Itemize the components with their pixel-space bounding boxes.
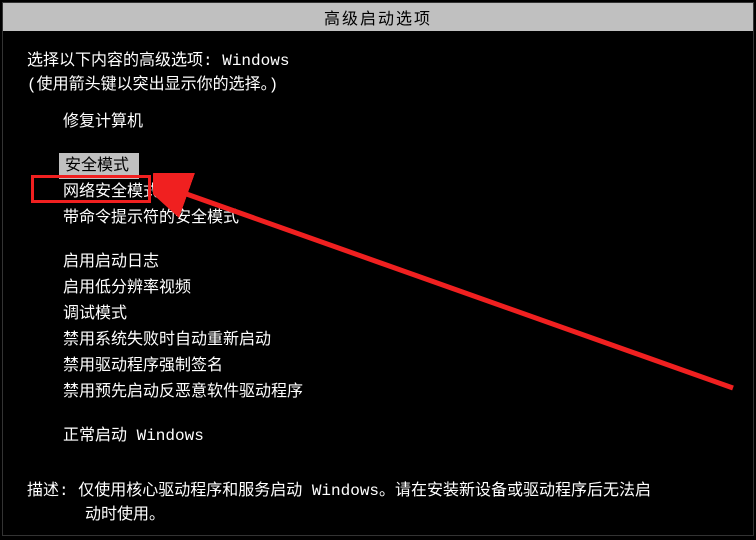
instruction-prefix: 选择以下内容的高级选项: (27, 52, 222, 70)
description-text-1: 仅使用核心驱动程序和服务启动 Windows。请在安装新设备或驱动程序后无法启 (78, 482, 651, 500)
menu-enable-low-res-video[interactable]: 启用低分辨率视频 (59, 275, 195, 301)
menu-disable-antimalware[interactable]: 禁用预先启动反恶意软件驱动程序 (59, 379, 307, 405)
menu-group-repair: 修复计算机 (59, 109, 753, 135)
title-text: 高级启动选项 (324, 11, 432, 29)
menu-disable-auto-restart[interactable]: 禁用系统失败时自动重新启动 (59, 327, 275, 353)
boot-options-screen: 高级启动选项 选择以下内容的高级选项: Windows (使用箭头键以突出显示你… (2, 2, 754, 536)
menu-repair-computer[interactable]: 修复计算机 (59, 109, 147, 135)
description-area: 描述: 仅使用核心驱动程序和服务启动 Windows。请在安装新设备或驱动程序后… (27, 479, 729, 527)
title-bar: 高级启动选项 (3, 3, 753, 31)
menu-enable-boot-logging[interactable]: 启用启动日志 (59, 249, 163, 275)
instruction-line-1: 选择以下内容的高级选项: Windows (27, 49, 753, 73)
menu-debugging-mode[interactable]: 调试模式 (59, 301, 131, 327)
instruction-os: Windows (222, 52, 289, 70)
menu-safe-mode-networking[interactable]: 网络安全模式 (59, 179, 163, 205)
instructions: 选择以下内容的高级选项: Windows (使用箭头键以突出显示你的选择。) (3, 31, 753, 97)
description-text-2: 动时使用。 (27, 503, 729, 527)
menu-disable-driver-signature[interactable]: 禁用驱动程序强制签名 (59, 353, 227, 379)
menu-start-windows-normally[interactable]: 正常启动 Windows (59, 423, 208, 449)
menu-safe-mode[interactable]: 安全模式 (59, 153, 139, 179)
menu-safe-mode-command-prompt[interactable]: 带命令提示符的安全模式 (59, 205, 243, 231)
menu-group-safemode: 安全模式 网络安全模式 带命令提示符的安全模式 (59, 153, 753, 231)
menu-group-advanced: 启用启动日志 启用低分辨率视频 调试模式 禁用系统失败时自动重新启动 禁用驱动程… (59, 249, 753, 405)
description-label: 描述: (27, 482, 78, 500)
boot-menu[interactable]: 修复计算机 安全模式 网络安全模式 带命令提示符的安全模式 启用启动日志 启用低… (3, 97, 753, 449)
menu-group-normal: 正常启动 Windows (59, 423, 753, 449)
instruction-line-2: (使用箭头键以突出显示你的选择。) (27, 73, 753, 97)
